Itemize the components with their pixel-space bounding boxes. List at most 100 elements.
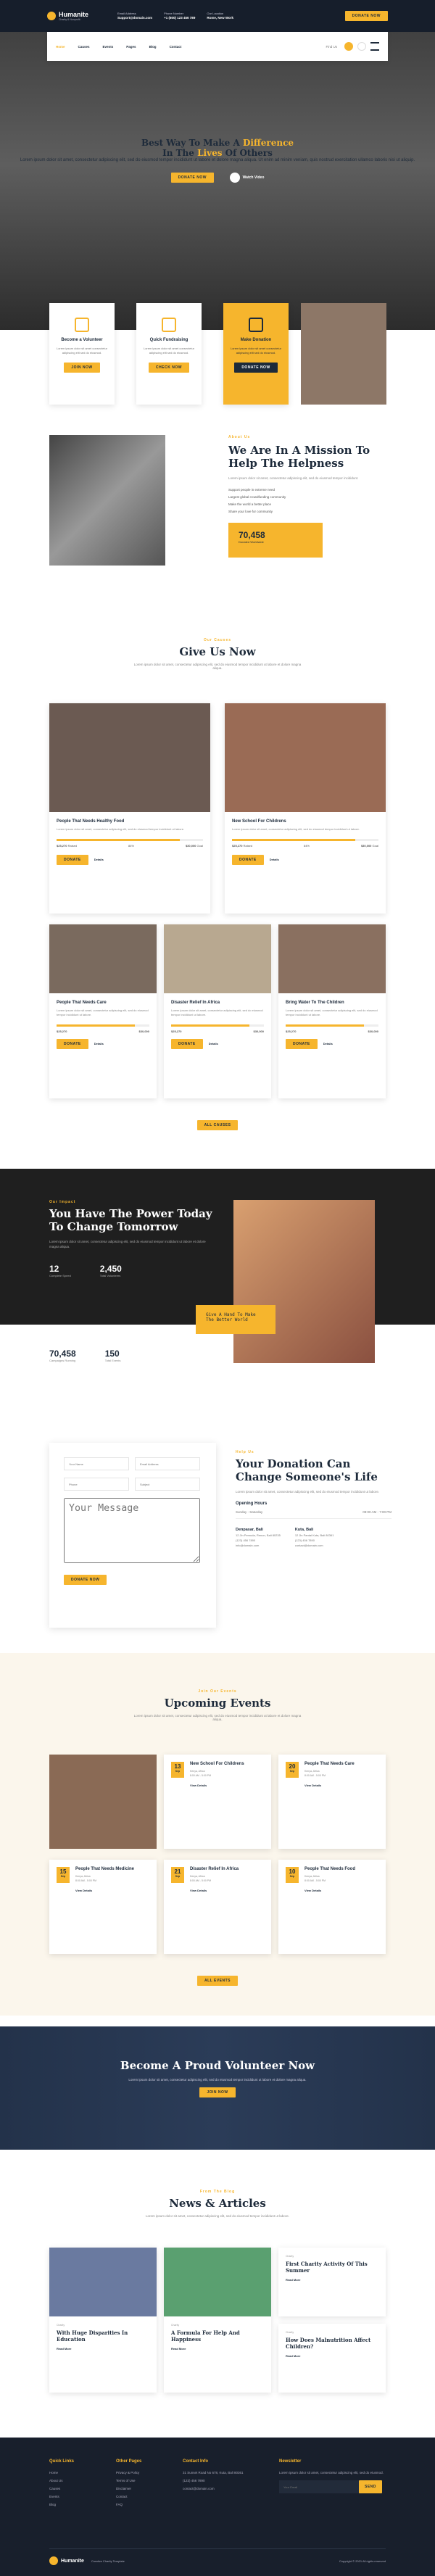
- logo-icon: [47, 12, 56, 20]
- event-details-link[interactable]: View Details: [304, 1784, 355, 1787]
- feature-donation: Make Donation Lorem ipsum dolor sit amet …: [223, 303, 289, 405]
- menu-icon[interactable]: [370, 42, 379, 51]
- main-nav: Home Causes Events Pages Blog Contact Fi…: [47, 32, 388, 61]
- cause-image: [225, 703, 386, 812]
- news-card[interactable]: Charity A Formula For Help And Happiness R…: [164, 2248, 271, 2393]
- stat-volunteers: 2,450 Total Volunteers: [99, 1264, 122, 1277]
- office-kuta: Kuta, Bali 12 Jln Pantai Kuta, Bali 80361…: [294, 1528, 334, 1547]
- newsletter-input[interactable]: [279, 2480, 359, 2493]
- event-details-link[interactable]: View Details: [190, 1889, 239, 1892]
- cause-card: New School For Childrens Lorem ipsum dolo…: [225, 703, 386, 914]
- events-photo: [49, 1755, 157, 1849]
- cause-image: [278, 924, 386, 993]
- feature-photo: [301, 303, 386, 405]
- read-more-link[interactable]: Read More: [171, 2347, 264, 2351]
- cause-details-link[interactable]: Details: [323, 1042, 333, 1045]
- read-more-link[interactable]: Read More: [57, 2347, 149, 2351]
- mission-tag: About Us: [228, 435, 251, 439]
- topbar-phone[interactable]: Phone Number +1 (800) 123 456 789: [164, 12, 195, 20]
- causes-text: Lorem ipsum dolor sit amet, consectetur …: [133, 663, 302, 670]
- brand-name: Humanite: [59, 11, 89, 18]
- play-icon: [229, 173, 240, 183]
- hero-text: Lorem ipsum dolor sit amet, consectetur …: [20, 158, 415, 162]
- phone-input[interactable]: [64, 1478, 129, 1491]
- cause-donate-button[interactable]: Donate: [57, 1039, 88, 1049]
- topbar: Humanite Charity & Nonprofit Email Addres…: [0, 0, 435, 32]
- mission-text: Lorem ipsum dolor sit amet, consectetur …: [228, 476, 359, 480]
- email-input[interactable]: [135, 1457, 200, 1470]
- logo[interactable]: Humanite Charity & Nonprofit: [47, 11, 88, 21]
- nav-events[interactable]: Events: [103, 45, 114, 49]
- cause-card: Bring Water To The Children Lorem ipsum d…: [278, 924, 386, 1098]
- cause-progress: [57, 1024, 149, 1027]
- cause-details-link[interactable]: Details: [94, 1042, 104, 1045]
- event-details-link[interactable]: View Details: [304, 1889, 355, 1892]
- watch-video-button[interactable]: Watch Video: [229, 173, 264, 183]
- event-card[interactable]: 20 Sep People That Needs Care Kenya, Africa…: [278, 1755, 386, 1849]
- cause-progress: [232, 839, 378, 841]
- stat-speed: 12 Complete Speed: [49, 1264, 71, 1277]
- news-card[interactable]: Charity How Does Malnutrition Affect Chil…: [278, 2324, 386, 2393]
- news-card[interactable]: Charity With Huge Disparities In Educatio…: [49, 2248, 157, 2393]
- event-card[interactable]: 15 Sep People That Needs Medicine Kenya, Af…: [49, 1860, 157, 1954]
- event-card[interactable]: 21 Sep Disaster Relief In Africa Kenya, Afr…: [164, 1860, 271, 1954]
- header-donate-button[interactable]: Donate Now: [344, 11, 388, 21]
- cause-donate-button[interactable]: Donate: [232, 855, 264, 865]
- impact-quote: Give A Hand To Make The Better World: [196, 1305, 276, 1334]
- volunteer-icon: [75, 318, 89, 332]
- impact-photo: [233, 1200, 375, 1363]
- nav-blog[interactable]: Blog: [149, 45, 157, 49]
- cause-progress: [171, 1024, 264, 1027]
- hero-donate-button[interactable]: Donate Now: [170, 173, 214, 183]
- impact-title: You Have The Power Today To Change Tomorr…: [49, 1207, 212, 1233]
- nav-pages[interactable]: Pages: [126, 45, 136, 49]
- all-events-button[interactable]: All Events: [196, 1976, 239, 1986]
- event-card[interactable]: 13 Sep New School For Childrens Kenya, Afri…: [164, 1755, 271, 1849]
- news-title: News & Articles: [169, 2197, 266, 2210]
- search-icon[interactable]: [344, 42, 353, 51]
- topbar-email[interactable]: Email Address Support@domain.com: [117, 12, 152, 20]
- nav-causes[interactable]: Causes: [78, 45, 90, 49]
- feature-donate-button[interactable]: Donate Now: [234, 363, 278, 373]
- feature-fundraising: Quick Fundraising Lorem ipsum dolor sit a…: [136, 303, 202, 405]
- newsletter-submit[interactable]: Send: [359, 2480, 382, 2493]
- nav-contact[interactable]: Contact: [170, 45, 182, 49]
- news-image: [164, 2248, 271, 2316]
- all-causes-button[interactable]: All Causes: [196, 1120, 239, 1130]
- donation-form: Donate Now: [49, 1443, 216, 1628]
- message-textarea[interactable]: [64, 1498, 200, 1563]
- nav-find-us[interactable]: Find Us: [326, 45, 337, 49]
- cause-card: People That Needs Healthy Food Lorem ipsu…: [49, 703, 210, 914]
- cause-details-link[interactable]: Details: [270, 858, 279, 861]
- cause-image: [49, 924, 157, 993]
- donation-icon: [249, 318, 263, 332]
- subject-input[interactable]: [135, 1478, 200, 1491]
- cause-donate-button[interactable]: Donate: [57, 855, 88, 865]
- feature-volunteer: Become a Volunteer Lorem ipsum dolor sit …: [49, 303, 115, 405]
- stat-events: 150 Total Events: [104, 1349, 121, 1362]
- join-button[interactable]: Join Now: [64, 363, 100, 373]
- causes-tag: Our Causes: [203, 638, 232, 642]
- event-card[interactable]: 10 Sep People That Needs Food Kenya, Africa…: [278, 1860, 386, 1954]
- name-input[interactable]: [64, 1457, 129, 1470]
- brand-sub: Charity & Nonprofit: [59, 18, 80, 21]
- office-denpasar: Denpasar, Bali 12 Jln Pemuda, Renon, Bali…: [236, 1528, 281, 1547]
- event-details-link[interactable]: View Details: [75, 1889, 134, 1892]
- event-details-link[interactable]: View Details: [190, 1784, 244, 1787]
- cause-details-link[interactable]: Details: [94, 858, 104, 861]
- read-more-link[interactable]: Read More: [286, 2278, 378, 2282]
- cause-image: [49, 703, 210, 812]
- nav-home[interactable]: Home: [56, 45, 65, 49]
- volunteer-join-button[interactable]: Join Now: [199, 2087, 236, 2097]
- read-more-link[interactable]: Read More: [286, 2354, 378, 2358]
- cart-icon[interactable]: [357, 42, 366, 51]
- topbar-location: Our Location Rome, New Work: [207, 12, 234, 20]
- check-button[interactable]: Check Now: [149, 363, 189, 373]
- cause-details-link[interactable]: Details: [209, 1042, 218, 1045]
- cause-donate-button[interactable]: Donate: [286, 1039, 318, 1049]
- cause-image: [164, 924, 271, 993]
- form-donate-button[interactable]: Donate Now: [64, 1575, 107, 1585]
- causes-title: Give Us Now: [179, 645, 256, 658]
- cause-donate-button[interactable]: Donate: [171, 1039, 203, 1049]
- news-card[interactable]: Charity First Charity Activity Of This Su…: [278, 2248, 386, 2316]
